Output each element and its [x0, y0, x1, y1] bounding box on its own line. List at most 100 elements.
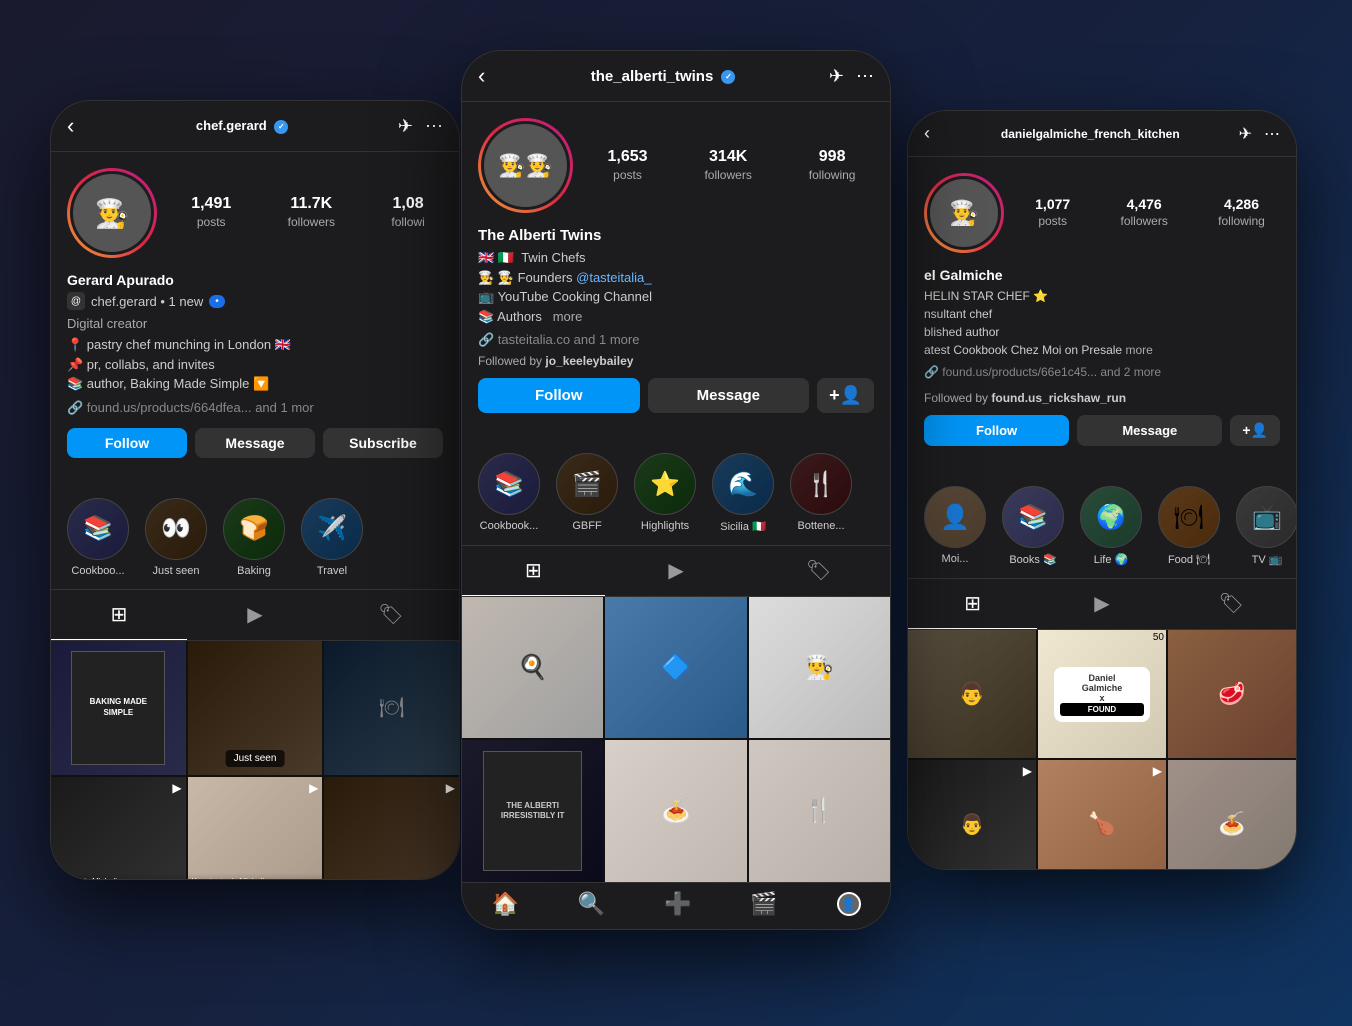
right-grid-item-6[interactable]: 🍝 [1168, 760, 1296, 870]
center-send-icon[interactable]: ✈ [829, 66, 844, 87]
right-tagged-icon: 🏷 [1219, 591, 1244, 616]
center-profile-top: 👨‍🍳👨‍🍳 1,653 posts 314K followers 998 fo… [478, 118, 874, 213]
center-highlight-label-1: Cookbook... [480, 520, 539, 532]
right-stat-following[interactable]: 4,286 following [1218, 196, 1265, 230]
right-highlight-2[interactable]: 📚 Books 📚 [1002, 486, 1064, 566]
center-stat-following[interactable]: 998 following [809, 148, 856, 184]
right-grid-item-3[interactable]: 🥩 [1168, 630, 1296, 758]
right-video-icon-5: ▶ [1153, 764, 1162, 778]
left-link[interactable]: 🔗 found.us/products/664dfea... and 1 mor [67, 400, 443, 416]
right-tab-reels[interactable]: ▶ [1037, 579, 1166, 629]
center-link[interactable]: 🔗 tasteitalia.co and 1 more [478, 332, 874, 348]
left-stat-followers[interactable]: 11.7K followers [288, 195, 335, 231]
left-follow-button[interactable]: Follow [67, 428, 187, 458]
center-message-button[interactable]: Message [648, 378, 810, 413]
right-grid-item-5[interactable]: ▶ 🍗 [1038, 760, 1166, 870]
right-stat-followers[interactable]: 4,476 followers [1120, 196, 1167, 230]
right-link[interactable]: 🔗 found.us/products/66e1c45... and 2 mor… [924, 365, 1280, 379]
center-avatar-ring[interactable]: 👨‍🍳👨‍🍳 [478, 118, 573, 213]
center-back-button[interactable]: ‹ [478, 63, 485, 89]
left-more-icon[interactable]: ⋯ [425, 116, 443, 137]
right-back-button[interactable]: ‹ [924, 123, 930, 144]
right-avatar-ring[interactable]: 👨‍🍳 [924, 173, 1004, 253]
center-tab-grid[interactable]: ⊞ [462, 546, 605, 596]
center-highlight-4[interactable]: 🌊 Sicilia 🇮🇹 [712, 453, 774, 533]
center-highlight-3[interactable]: ⭐ Highlights [634, 453, 696, 533]
right-add-friend-button[interactable]: +👤 [1230, 415, 1280, 446]
center-profile: 👨‍🍳👨‍🍳 1,653 posts 314K followers 998 fo… [462, 102, 890, 441]
center-header-icons: ✈ ⋯ [829, 66, 874, 87]
scene: ‹ chef.gerard ✓ ✈ ⋯ 👨‍🍳 1,491 posts [0, 0, 1352, 1026]
center-follow-button[interactable]: Follow [478, 378, 640, 413]
right-grid-item-1[interactable]: 👨 [908, 630, 1036, 758]
left-highlight-2[interactable]: 👀 Just seen [145, 498, 207, 577]
right-tab-grid[interactable]: ⊞ [908, 579, 1037, 629]
left-grid-item-6[interactable]: ▶ "accidental" hid...bar [324, 777, 459, 880]
center-nav-add[interactable]: ➕ [664, 891, 691, 917]
right-found-text-2: Galmiche [1060, 683, 1144, 693]
center-add-friend-button[interactable]: +👤 [817, 378, 874, 413]
right-send-icon[interactable]: ✈ [1239, 124, 1252, 144]
left-tab-reels[interactable]: ▶ [187, 590, 323, 640]
center-grid-2-content: 🔷 [661, 653, 691, 682]
left-highlight-4[interactable]: ✈️ Travel [301, 498, 363, 577]
right-follow-button[interactable]: Follow [924, 415, 1069, 446]
left-grid-item-3[interactable]: 🍽 [324, 641, 459, 776]
center-highlight-5[interactable]: 🍴 Bottene... [790, 453, 852, 533]
left-highlight-3[interactable]: 🍞 Baking [223, 498, 285, 577]
center-grid-item-1[interactable]: 🍳 [462, 597, 603, 738]
right-message-button[interactable]: Message [1077, 415, 1222, 446]
center-grid-item-4[interactable]: THE ALBERTIIRRESISTIBLY IT [462, 740, 603, 881]
left-stat-following[interactable]: 1,08 followi [391, 195, 424, 231]
left-tab-grid[interactable]: ⊞ [51, 590, 187, 640]
center-stat-followers[interactable]: 314K followers [704, 148, 751, 184]
left-highlight-label-4: Travel [317, 565, 347, 577]
right-highlight-1[interactable]: 👤 Moi... [924, 486, 986, 566]
left-grid-item-4[interactable]: ▶ Chelsea's Michelin-starred set lunchin… [51, 777, 186, 880]
right-followers-label: followers [1120, 214, 1167, 228]
left-subscribe-button[interactable]: Subscribe [323, 428, 443, 458]
right-more-icon[interactable]: ⋯ [1264, 124, 1280, 144]
center-nav-search[interactable]: 🔍 [578, 891, 605, 917]
right-grid-item-4[interactable]: ▶ 👨 [908, 760, 1036, 870]
left-grid-item-1[interactable]: BAKING MADESIMPLE [51, 641, 186, 776]
left-highlight-circle-2: 👀 [145, 498, 207, 560]
center-grid-item-2[interactable]: 🔷 [605, 597, 746, 738]
center-nav-home[interactable]: 🏠 [491, 891, 518, 917]
left-grid-item-5[interactable]: ▶ Kensington's Michelin-starred set lunc… [188, 777, 323, 880]
left-back-button[interactable]: ‹ [67, 113, 74, 139]
center-nav-reels[interactable]: 🎬 [750, 891, 777, 917]
center-nav-profile[interactable]: 👤 [837, 892, 861, 916]
right-grid-item-2[interactable]: Daniel Galmiche x FOUND 50 [1038, 630, 1166, 758]
center-stats-row: 1,653 posts 314K followers 998 following [589, 148, 874, 184]
left-send-icon[interactable]: ✈ [398, 116, 413, 137]
left-profile-name: Gerard Apurado [67, 272, 443, 288]
left-highlight-1[interactable]: 📚 Cookboo... [67, 498, 129, 577]
left-profile: 👨‍🍳 1,491 posts 11.7K followers 1,08 fol… [51, 152, 459, 486]
left-posts-label: posts [197, 215, 226, 229]
right-reels-icon: ▶ [1094, 591, 1109, 616]
right-tab-tagged[interactable]: 🏷 [1167, 579, 1296, 629]
center-grid-item-3[interactable]: 👨‍🍳 [749, 597, 890, 738]
center-grid-item-6[interactable]: 🍴 [749, 740, 890, 881]
center-highlight-1[interactable]: 📚 Cookbook... [478, 453, 540, 533]
left-tab-tagged[interactable]: 🏷 [323, 590, 459, 640]
center-highlight-circle-3: ⭐ [634, 453, 696, 515]
center-more-icon[interactable]: ⋯ [856, 66, 874, 87]
right-highlight-5[interactable]: 📺 TV 📺 [1236, 486, 1296, 566]
left-username: chef.gerard ✓ [86, 118, 398, 134]
right-highlight-label-5: TV 📺 [1252, 553, 1283, 566]
right-highlight-4[interactable]: 🍽 Food 🍽 [1158, 486, 1220, 566]
right-grid-6-content: 🍝 [1218, 811, 1245, 837]
center-highlight-2[interactable]: 🎬 GBFF [556, 453, 618, 533]
center-grid-item-5[interactable]: 🍝 [605, 740, 746, 881]
center-tab-reels[interactable]: ▶ [605, 546, 748, 596]
center-tab-tagged[interactable]: 🏷 [747, 546, 890, 596]
right-highlight-3[interactable]: 🌍 Life 🌍 [1080, 486, 1142, 566]
left-grid-item-2[interactable]: Just seen [188, 641, 323, 776]
left-action-buttons: Follow Message Subscribe [67, 428, 443, 458]
left-message-button[interactable]: Message [195, 428, 315, 458]
left-avatar-ring[interactable]: 👨‍🍳 [67, 168, 157, 258]
right-posts-num: 1,077 [1035, 196, 1070, 212]
center-grid: 🍳 🔷 👨‍🍳 THE ALBERTIIRRESISTIBLY IT 🍝 🍴 [462, 597, 890, 882]
